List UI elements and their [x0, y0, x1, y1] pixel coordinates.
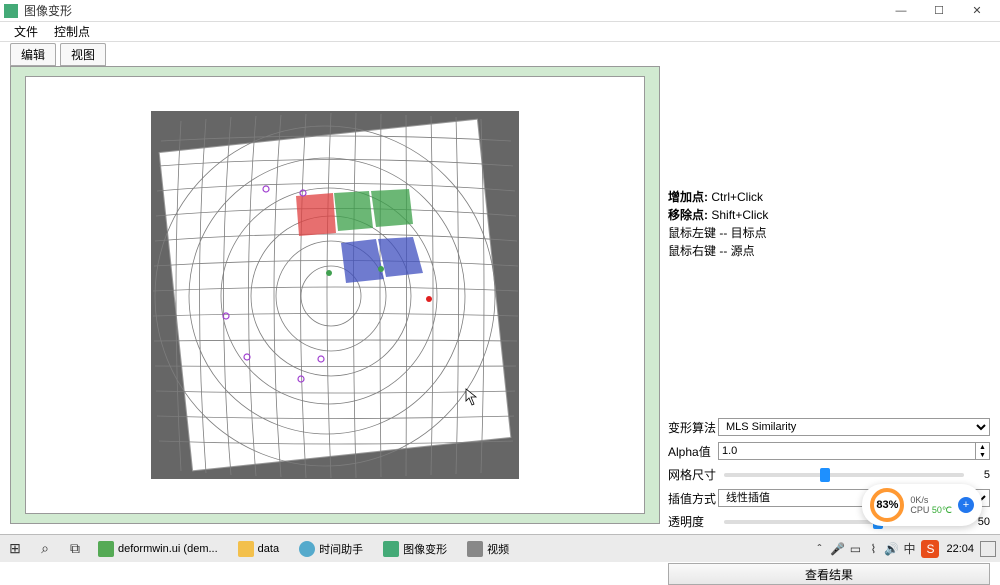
maximize-button[interactable]: ☐ [920, 0, 958, 22]
opacity-label: 透明度 [668, 513, 718, 530]
hint-remove-key: Shift+Click [711, 208, 768, 222]
tray-battery-icon[interactable]: ▭ [846, 542, 864, 556]
menu-file[interactable]: 文件 [6, 21, 46, 42]
minimize-button[interactable]: — [882, 0, 920, 22]
taskbar-item-timer[interactable]: 时间助手 [291, 537, 371, 561]
start-button[interactable]: ⊞ [0, 535, 30, 563]
titlebar: 图像变形 — ☐ ✕ [0, 0, 1000, 22]
taskbar-item-video[interactable]: 视频 [459, 537, 517, 561]
tab-edit[interactable]: 编辑 [10, 43, 56, 66]
deform-svg [151, 111, 519, 479]
hint-add-label: 增加点: [668, 190, 708, 204]
hint-left-label: 鼠标左键 [668, 226, 716, 240]
tray-notification-icon[interactable] [980, 541, 996, 557]
taskbar-item-imagewarp[interactable]: 图像变形 [375, 537, 455, 561]
algo-select[interactable]: MLS Similarity [718, 418, 990, 436]
tray-sogou-icon[interactable]: S [921, 540, 939, 558]
menubar: 文件 控制点 [0, 22, 1000, 42]
canvas-panel [10, 66, 660, 524]
menu-control-points[interactable]: 控制点 [46, 21, 98, 42]
window-title: 图像变形 [24, 2, 882, 19]
taskbar-item-data[interactable]: data [230, 537, 287, 561]
content-area: 增加点: Ctrl+Click 移除点: Shift+Click 鼠标左键 --… [10, 66, 990, 532]
close-button[interactable]: ✕ [958, 0, 996, 22]
sidebar: 增加点: Ctrl+Click 移除点: Shift+Click 鼠标左键 --… [668, 66, 990, 532]
view-result-button[interactable]: 查看结果 [668, 563, 990, 585]
cpu-gauge: 83% [870, 488, 904, 522]
taskbar-item-deformwin[interactable]: deformwin.ui (dem... [90, 537, 226, 561]
algo-label: 变形算法 [668, 419, 718, 436]
tray-wifi-icon[interactable]: ⌇ [864, 542, 882, 556]
canvas-viewport[interactable] [25, 76, 645, 514]
alpha-input[interactable] [718, 442, 976, 460]
cpu-label: CPU [910, 505, 932, 515]
taskbar: ⊞ ⌕ ⧉ deformwin.ui (dem... data 时间助手 图像变… [0, 534, 1000, 562]
taskview-icon[interactable]: ⧉ [60, 535, 90, 563]
alpha-down[interactable]: ▼ [976, 451, 989, 459]
hint-remove-label: 移除点: [668, 208, 708, 222]
tray-sound-icon[interactable]: 🔊 [882, 542, 900, 556]
search-icon[interactable]: ⌕ [30, 535, 60, 563]
tray-time[interactable]: 22:04 [946, 543, 974, 555]
grid-label: 网格尺寸 [668, 466, 718, 483]
tabbar: 编辑 视图 [0, 42, 1000, 66]
grid-value: 5 [970, 469, 990, 481]
grid-slider[interactable] [724, 473, 964, 477]
tray-mic-icon[interactable]: 🎤 [828, 542, 846, 556]
hint-text: 增加点: Ctrl+Click 移除点: Shift+Click 鼠标左键 --… [668, 188, 990, 260]
alpha-up[interactable]: ▲ [976, 443, 989, 451]
cpu-temp: 50℃ [932, 505, 952, 515]
widget-plus-icon[interactable]: + [958, 497, 974, 513]
app-icon [4, 4, 18, 18]
tray-ime-icon[interactable]: 中 [900, 540, 918, 557]
tab-view[interactable]: 视图 [60, 43, 106, 66]
net-speed: 0K/s [910, 495, 952, 505]
deform-canvas[interactable] [151, 111, 519, 479]
floating-monitor-widget[interactable]: 83% 0K/s CPU 50℃ + [862, 484, 982, 526]
hint-left-value: -- 目标点 [719, 226, 766, 240]
hint-add-key: Ctrl+Click [711, 190, 763, 204]
hint-right-label: 鼠标右键 [668, 244, 716, 258]
hint-right-value: -- 源点 [719, 244, 754, 258]
interp-label: 插值方式 [668, 490, 718, 507]
system-tray: ˆ 🎤 ▭ ⌇ 🔊 中 S 22:04 [810, 540, 1000, 558]
tray-up-icon[interactable]: ˆ [810, 542, 828, 556]
alpha-label: Alpha值 [668, 443, 718, 460]
